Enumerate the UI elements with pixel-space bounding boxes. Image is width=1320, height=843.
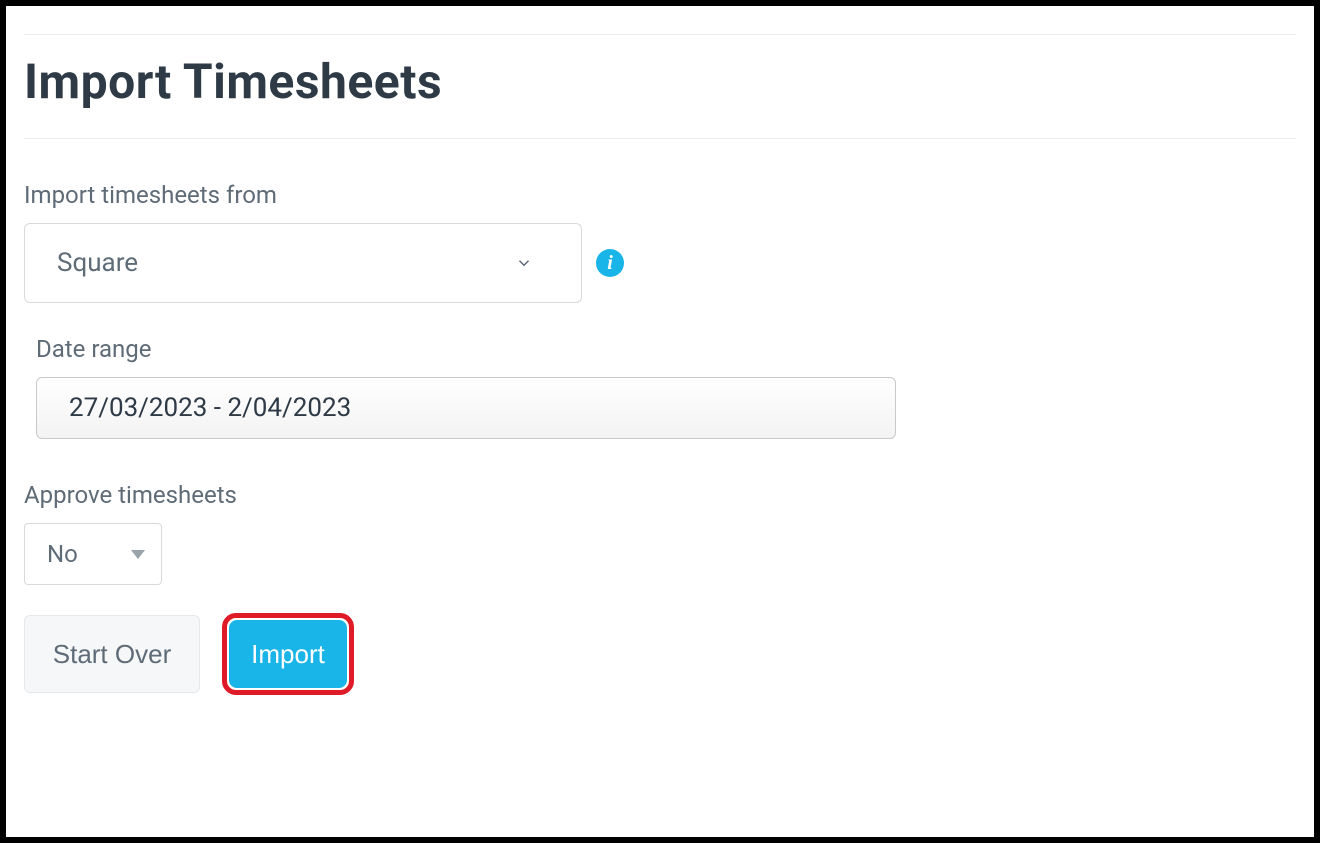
app-frame: Import Timesheets Import timesheets from… (0, 0, 1320, 843)
approve-value: No (47, 540, 78, 568)
approve-select[interactable]: No (24, 523, 162, 585)
top-divider (24, 34, 1296, 35)
header-divider (24, 138, 1296, 139)
info-icon[interactable]: i (596, 249, 624, 277)
import-source-select[interactable]: Square (24, 223, 582, 303)
chevron-down-icon (515, 254, 533, 272)
source-label: Import timesheets from (24, 181, 1296, 209)
import-source-value: Square (57, 248, 138, 278)
source-field-group: Import timesheets from Square i (24, 181, 1296, 303)
triangle-down-icon (131, 550, 145, 559)
import-button[interactable]: Import (229, 620, 347, 688)
date-range-field-group: Date range 27/03/2023 - 2/04/2023 (36, 335, 1296, 439)
button-row: Start Over Import (24, 613, 1296, 695)
approve-label: Approve timesheets (24, 481, 1296, 509)
approve-field-group: Approve timesheets No (24, 481, 1296, 585)
date-range-value: 27/03/2023 - 2/04/2023 (69, 393, 351, 423)
date-range-input[interactable]: 27/03/2023 - 2/04/2023 (36, 377, 896, 439)
import-button-highlight: Import (222, 613, 354, 695)
page-title: Import Timesheets (24, 53, 1296, 110)
start-over-button[interactable]: Start Over (24, 615, 200, 693)
date-range-label: Date range (36, 335, 1296, 363)
